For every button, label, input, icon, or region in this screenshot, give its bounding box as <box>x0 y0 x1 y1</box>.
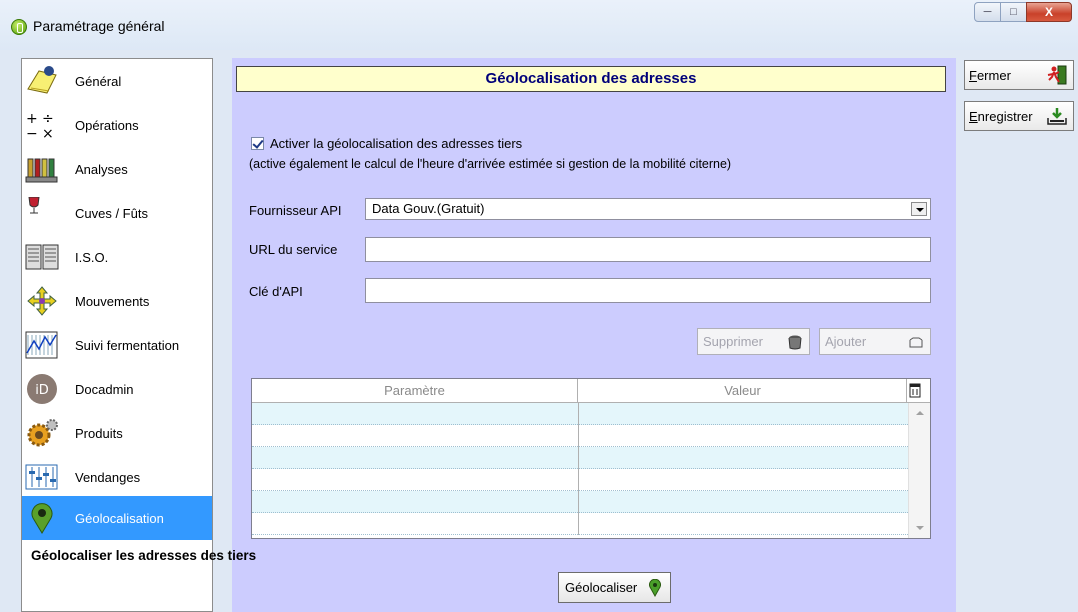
save-tray-icon <box>1047 108 1067 125</box>
table-options-icon[interactable] <box>908 383 922 398</box>
geolocate-button-label: Géolocaliser <box>565 580 638 595</box>
service-url-label: URL du service <box>249 242 338 257</box>
id-badge-icon: iD <box>27 374 57 404</box>
geolocation-panel: Géolocalisation des adresses Activer la … <box>232 58 956 612</box>
table-row[interactable] <box>252 425 908 447</box>
wine-glass-icon <box>28 197 40 214</box>
window-title: Paramétrage général <box>33 18 165 34</box>
page-title: Géolocalisation des adresses <box>236 66 946 92</box>
sidebar-item-analyses[interactable]: Analyses <box>22 147 212 191</box>
svg-text:÷: ÷ <box>42 111 54 127</box>
sidebar-item-mouvements[interactable]: Mouvements <box>22 279 212 323</box>
parameters-table: Paramètre Valeur <box>251 378 931 539</box>
service-url-input[interactable] <box>365 237 931 262</box>
sidebar-item-operations[interactable]: + ÷ − × Opérations <box>22 103 212 147</box>
chevron-down-icon[interactable] <box>911 202 927 216</box>
svg-text:×: × <box>42 126 54 141</box>
title-bar: Paramétrage général ─ □ X <box>0 0 1078 50</box>
sidebar-item-label: Cuves / Fûts <box>75 205 148 221</box>
table-header: Paramètre Valeur <box>252 379 930 403</box>
math-operators-icon: + ÷− × <box>26 111 54 141</box>
map-pin-icon <box>649 579 661 597</box>
sliders-icon <box>25 464 58 490</box>
save-button-label: nregistrer <box>977 108 1033 124</box>
table-row[interactable] <box>252 513 908 535</box>
save-accelerator: E <box>969 108 978 124</box>
svg-text:+: + <box>26 111 38 127</box>
table-row[interactable] <box>252 447 908 469</box>
scroll-up-icon[interactable] <box>916 411 924 415</box>
sidebar-item-produits[interactable]: Produits <box>22 411 212 455</box>
sidebar-item-label: Vendanges <box>75 469 141 485</box>
provider-label: Fournisseur API <box>249 203 342 218</box>
activate-geolocation-row: Activer la géolocalisation des adresses … <box>251 136 522 151</box>
sidebar-item-suivi-fermentation[interactable]: Suivi fermentation <box>22 323 212 367</box>
api-key-label: Clé d'API <box>249 284 303 299</box>
sidebar-item-general[interactable]: Général <box>22 59 212 103</box>
sidebar-item-label: I.S.O. <box>75 249 109 265</box>
save-button[interactable]: Enregistrer <box>964 101 1074 131</box>
add-button[interactable]: Ajouter <box>819 328 931 355</box>
sidebar-item-label: Opérations <box>75 117 139 133</box>
svg-text:−: − <box>26 126 38 141</box>
close-button-label: ermer <box>976 67 1011 83</box>
sidebar-item-geolocalisation[interactable]: Géolocalisation <box>22 496 212 540</box>
activate-geolocation-note: (active également le calcul de l'heure d… <box>249 157 732 171</box>
delete-button-label: Supprimer <box>703 334 763 349</box>
maximize-icon: □ <box>1010 6 1017 18</box>
column-header-valeur[interactable]: Valeur <box>579 379 907 402</box>
minimize-button[interactable]: ─ <box>974 2 1001 22</box>
minimize-icon: ─ <box>983 6 992 18</box>
documents-icon <box>25 244 59 270</box>
close-button[interactable]: Fermer <box>964 60 1074 90</box>
map-pin-icon <box>31 503 53 534</box>
arrows-cross-icon <box>27 286 57 316</box>
column-header-parametre[interactable]: Paramètre <box>252 379 578 402</box>
geolocate-label: Géolocaliser les adresses des tiers <box>31 548 257 563</box>
sidebar-item-iso[interactable]: I.S.O. <box>22 235 212 279</box>
window-controls: ─ □ X <box>974 2 1072 24</box>
close-icon: X <box>1044 5 1053 19</box>
sidebar-item-label: Mouvements <box>75 293 150 309</box>
trash-icon <box>788 335 802 350</box>
test-tubes-icon <box>25 158 58 183</box>
delete-button[interactable]: Supprimer <box>697 328 810 355</box>
activate-geolocation-label: Activer la géolocalisation des adresses … <box>270 136 523 151</box>
sidebar-item-label: Docadmin <box>75 381 134 397</box>
maximize-button[interactable]: □ <box>1000 2 1027 22</box>
sidebar-item-label: Géolocalisation <box>75 510 164 526</box>
provider-value: Data Gouv.(Gratuit) <box>372 201 485 216</box>
sidebar: Général + ÷ − × Opérations Analyses Cuves /… <box>21 58 213 612</box>
sidebar-item-label: Produits <box>75 425 123 441</box>
close-window-button[interactable]: X <box>1026 2 1072 22</box>
app-logo-icon <box>11 19 27 35</box>
sidebar-item-cuves[interactable]: Cuves / Fûts <box>22 191 212 235</box>
sidebar-item-vendanges[interactable]: Vendanges <box>22 455 212 499</box>
table-row[interactable] <box>252 403 908 425</box>
add-button-label: Ajouter <box>825 334 867 349</box>
api-key-input[interactable] <box>365 278 931 303</box>
gears-icon <box>27 419 58 447</box>
table-scrollbar[interactable] <box>908 403 930 538</box>
docadmin-badge-text: iD <box>35 383 49 398</box>
sidebar-item-docadmin[interactable]: iD Docadmin <box>22 367 212 411</box>
geolocate-button[interactable]: Géolocaliser <box>558 572 671 603</box>
activate-geolocation-checkbox[interactable] <box>251 137 264 150</box>
exit-door-icon <box>1047 65 1067 85</box>
table-row[interactable] <box>252 491 908 513</box>
sidebar-item-label: Général <box>75 73 122 89</box>
chart-icon <box>25 331 58 359</box>
provider-select[interactable]: Data Gouv.(Gratuit) <box>365 198 931 220</box>
add-row-icon <box>909 337 923 348</box>
sidebar-item-label: Analyses <box>75 161 128 177</box>
sidebar-item-label: Suivi fermentation <box>75 337 180 353</box>
table-row[interactable] <box>252 469 908 491</box>
notepad-icon <box>27 66 57 94</box>
action-column <box>960 58 1078 612</box>
close-accelerator: F <box>969 67 977 83</box>
scroll-down-icon[interactable] <box>916 526 924 530</box>
